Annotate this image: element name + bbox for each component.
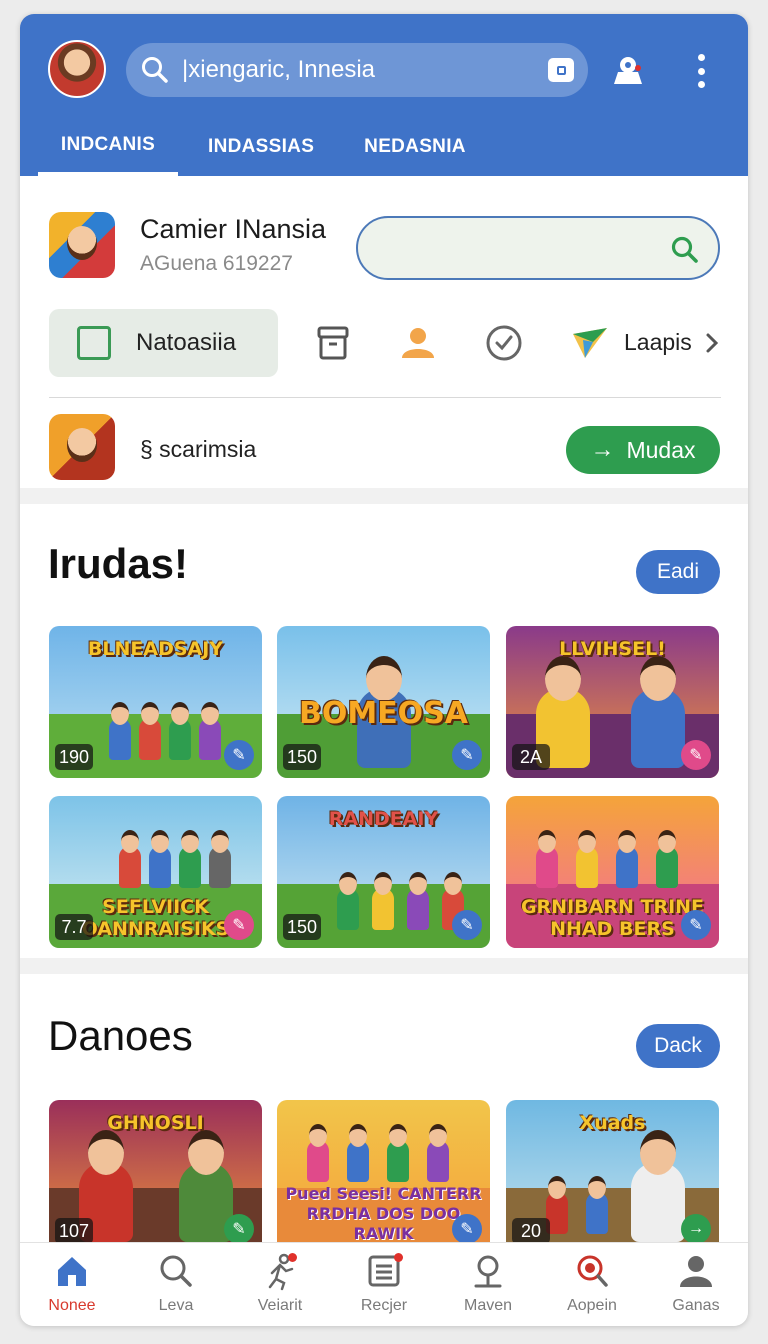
game-card-title: LLVIHSEL! <box>559 638 666 660</box>
profile-game-icon[interactable] <box>49 212 115 278</box>
section-action-button[interactable]: Eadi <box>636 550 720 594</box>
search-icon <box>670 235 700 265</box>
location-pin-icon <box>474 1255 502 1288</box>
nav-item-label: Nonee <box>48 1297 96 1314</box>
share-icon[interactable]: ✎ <box>224 1214 254 1244</box>
share-icon[interactable]: ✎ <box>452 1214 482 1244</box>
promo-text: § scarimsia <box>140 436 257 462</box>
share-icon[interactable]: ✎ <box>452 740 482 770</box>
arrow-right-icon[interactable]: → <box>681 1214 711 1244</box>
section-danoes: Danoes Dack GHNOSLI 107 ✎ Pued Seesi! CA… <box>20 974 748 1274</box>
checkbox-icon <box>77 326 111 360</box>
user-avatar[interactable] <box>48 40 106 98</box>
game-card-count: 2A <box>512 744 550 770</box>
game-card-title: RANDEAIY <box>328 808 439 830</box>
divider <box>49 397 721 398</box>
nav-item-label: Aopein <box>567 1297 617 1314</box>
game-card-count: 20 <box>512 1218 550 1244</box>
game-card[interactable]: RANDEAIY 150 ✎ <box>277 796 490 948</box>
filter-chip-more-label[interactable]: Laapis <box>624 329 692 356</box>
arrow-right-icon: → <box>590 436 615 463</box>
section-irudas: Irudas! Eadi BLNEADSAJY 190 ✎ BOMEOSA 15… <box>20 504 748 958</box>
game-card[interactable]: Pued Seesi! CANTERR RRDHA DOS DOO RAWIK … <box>277 1100 490 1252</box>
search-icon <box>140 55 170 85</box>
tab-bar: INDCANIS INDASSIAS NEDASNIA <box>20 118 486 176</box>
map-pin-icon[interactable] <box>610 54 646 86</box>
bottom-navigation: Nonee Leva Veiarit Recjer Maven Aopein G… <box>20 1242 748 1326</box>
search-input[interactable] <box>182 56 548 84</box>
game-card[interactable]: Xuads 20 → <box>506 1100 719 1252</box>
search-bar[interactable] <box>126 43 588 97</box>
section-title: Irudas! <box>48 540 189 587</box>
game-card-title: GHNOSLI <box>107 1112 204 1134</box>
share-icon[interactable]: ✎ <box>224 910 254 940</box>
game-card[interactable]: GHNOSLI 107 ✎ <box>49 1100 262 1252</box>
notification-dot <box>288 1253 297 1262</box>
section-action-button[interactable]: Dack <box>636 1024 720 1068</box>
tab-indassias[interactable]: INDASSIAS <box>188 118 334 176</box>
phone-screen: INDCANIS INDASSIAS NEDASNIA Camier INans… <box>20 14 748 1326</box>
nav-item-home[interactable]: Nonee <box>20 1243 124 1326</box>
zoom-icon <box>577 1255 608 1287</box>
profile-subtitle: AGuena 619227 <box>140 252 293 275</box>
nav-item-activity[interactable]: Veiarit <box>228 1243 332 1326</box>
nav-item-aopein[interactable]: Aopein <box>540 1243 644 1326</box>
nav-item-label: Maven <box>463 1297 513 1314</box>
person-icon <box>680 1256 712 1287</box>
profile-name: Camier INansia <box>140 214 327 244</box>
game-card[interactable]: SEFLVIICK OANNRAISIKS 7.7 ✎ <box>49 796 262 948</box>
check-circle-icon[interactable] <box>485 324 523 362</box>
share-icon[interactable]: ✎ <box>681 740 711 770</box>
kite-icon[interactable] <box>571 324 609 362</box>
filter-chip-label: Natoasiia <box>136 329 237 356</box>
profile-card: Camier INansia AGuena 619227 Natoasiia L… <box>20 176 748 488</box>
nav-item-maven[interactable]: Maven <box>436 1243 540 1326</box>
game-card[interactable]: GRNIBARN TRINE NHAD BERS ✎ <box>506 796 719 948</box>
section-title: Danoes <box>48 1012 193 1059</box>
game-card-title: BLNEADSAJY <box>87 638 224 660</box>
game-card-count: 107 <box>55 1218 94 1244</box>
promo-action-button[interactable]: → Mudax <box>566 426 720 474</box>
nav-item-label: Veiarit <box>257 1297 303 1314</box>
top-app-bar: INDCANIS INDASSIAS NEDASNIA <box>20 14 748 176</box>
share-icon[interactable]: ✎ <box>452 910 482 940</box>
game-card[interactable]: BOMEOSA 150 ✎ <box>277 626 490 778</box>
promo-button-label: Mudax <box>626 436 696 463</box>
filter-chip-row: Natoasiia Laapis <box>49 309 721 377</box>
game-card-title: Xuads <box>579 1112 646 1134</box>
filter-chip-selected[interactable]: Natoasiia <box>49 309 278 377</box>
share-icon[interactable]: ✎ <box>681 910 711 940</box>
game-card-count: 150 <box>283 744 322 770</box>
archive-icon[interactable] <box>314 324 352 362</box>
nav-item-search[interactable]: Leva <box>124 1243 228 1326</box>
tab-indcanis[interactable]: INDCANIS <box>38 118 178 176</box>
more-options-icon[interactable] <box>692 54 710 88</box>
game-card[interactable]: LLVIHSEL! 2A ✎ <box>506 626 719 778</box>
game-card-count: 150 <box>283 914 322 940</box>
game-card[interactable]: BLNEADSAJY 190 ✎ <box>49 626 262 778</box>
notification-dot <box>394 1253 403 1262</box>
nav-item-label: Ganas <box>672 1297 720 1314</box>
nav-item-records[interactable]: Recjer <box>332 1243 436 1326</box>
promo-game-icon[interactable] <box>49 414 115 480</box>
share-icon[interactable]: ✎ <box>224 740 254 770</box>
profile-search-field[interactable] <box>356 216 720 280</box>
tab-nedasnia[interactable]: NEDASNIA <box>344 118 486 176</box>
home-icon <box>58 1257 86 1286</box>
game-card-count: 7.7 <box>55 914 93 940</box>
game-card-count: 190 <box>55 744 94 770</box>
game-card-title: BOMEOSA <box>298 696 469 731</box>
nav-item-label: Leva <box>158 1297 194 1314</box>
nav-item-ganas[interactable]: Ganas <box>644 1243 748 1326</box>
chevron-right-icon[interactable] <box>704 331 720 355</box>
person-icon[interactable] <box>399 324 437 362</box>
search-icon <box>160 1255 192 1287</box>
nav-item-label: Recjer <box>360 1297 408 1314</box>
camera-icon[interactable] <box>548 58 574 82</box>
